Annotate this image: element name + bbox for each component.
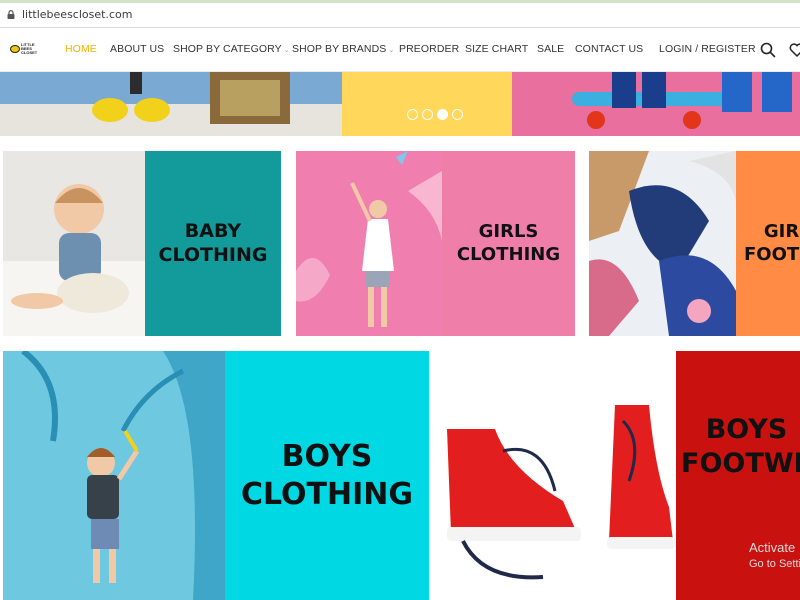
baby-clothing-label: BABY CLOTHING xyxy=(158,219,268,266)
chevron-down-icon: ⌄ xyxy=(283,47,290,54)
baby-clothing-panel: BABY CLOTHING xyxy=(145,151,281,336)
category-tile-girls-footwear[interactable]: GIR FOOTW xyxy=(589,151,800,336)
girls-footwear-label: GIR FOOTW xyxy=(744,221,800,265)
nav-home[interactable]: HOME xyxy=(65,43,97,55)
login-register-link[interactable]: LOGIN / REGISTER xyxy=(659,43,756,55)
nav-shop-by-brands-label: SHOP BY BRANDS xyxy=(292,43,387,55)
browser-address-bar[interactable]: littlebeescloset.com xyxy=(0,0,800,28)
boys-photo-graphic xyxy=(21,351,225,600)
slider-dot-3[interactable] xyxy=(437,109,448,120)
hero-slider[interactable] xyxy=(0,72,800,136)
category-tile-girls-clothing[interactable]: GIRLS CLOTHING xyxy=(296,151,575,336)
heart-icon[interactable] xyxy=(789,42,800,58)
boys-footwear-graphic xyxy=(447,405,675,580)
hero-shoes-graphic xyxy=(92,72,290,124)
logo-text: LITTLE BEES CLOSET xyxy=(21,42,38,55)
slider-dot-4[interactable] xyxy=(452,109,463,120)
category-tile-boys-clothing[interactable]: BOYS CLOTHING xyxy=(3,351,429,600)
girls-footwear-graphic xyxy=(589,151,736,336)
boys-photo xyxy=(3,351,225,600)
girls-clothing-label: GIRLS CLOTHING xyxy=(456,221,561,265)
category-tile-boys-footwear[interactable]: BOYS FOOTWE xyxy=(443,351,800,600)
category-tile-baby-clothing[interactable]: BABY CLOTHING xyxy=(3,151,281,336)
nav-shop-by-category-label: SHOP BY CATEGORY xyxy=(173,43,282,55)
hero-image-shoes xyxy=(0,72,342,136)
girls-footwear-photo xyxy=(589,151,736,336)
boys-footwear-photo xyxy=(443,351,676,600)
search-icon[interactable] xyxy=(760,42,776,58)
nav-sale[interactable]: SALE xyxy=(537,43,564,55)
boys-footwear-label: BOYS FOOTWE xyxy=(681,414,800,479)
girls-photo-graphic xyxy=(296,151,442,327)
hero-skateboard-graphic xyxy=(572,72,792,129)
site-logo[interactable]: LITTLE BEES CLOSET xyxy=(10,42,38,58)
boys-clothing-panel: BOYS CLOTHING xyxy=(225,351,429,600)
boys-clothing-label: BOYS CLOTHING xyxy=(240,439,414,512)
nav-preorder[interactable]: PREORDER xyxy=(399,43,459,55)
baby-photo xyxy=(3,151,145,336)
site-header: LITTLE BEES CLOSET HOME ABOUT US SHOP BY… xyxy=(0,28,800,72)
girls-footwear-panel: GIR FOOTW xyxy=(736,151,800,336)
slider-dot-2[interactable] xyxy=(422,109,433,120)
lock-icon xyxy=(7,10,15,19)
nav-shop-by-brands[interactable]: SHOP BY BRANDS ⌄ xyxy=(292,43,394,55)
browser-top-stripe xyxy=(0,0,800,3)
chevron-down-icon: ⌄ xyxy=(388,47,395,54)
girls-photo xyxy=(296,151,442,336)
nav-contact-us[interactable]: CONTACT US xyxy=(575,43,643,55)
nav-about-us[interactable]: ABOUT US xyxy=(110,43,164,55)
slider-dot-1[interactable] xyxy=(407,109,418,120)
girls-clothing-panel: GIRLS CLOTHING xyxy=(442,151,575,336)
baby-photo-graphic xyxy=(3,184,145,336)
bee-icon xyxy=(10,45,20,53)
nav-shop-by-category[interactable]: SHOP BY CATEGORY ⌄ xyxy=(173,43,290,55)
url-text[interactable]: littlebeescloset.com xyxy=(22,8,132,21)
hero-image-skateboard xyxy=(512,72,800,136)
activate-windows-watermark: Activate Go to Setti xyxy=(749,540,800,572)
nav-size-chart[interactable]: SIZE CHART xyxy=(465,43,528,55)
hero-panel-yellow xyxy=(342,72,512,136)
watermark-line1: Activate xyxy=(749,540,796,555)
watermark-line2: Go to Setti xyxy=(749,558,800,570)
